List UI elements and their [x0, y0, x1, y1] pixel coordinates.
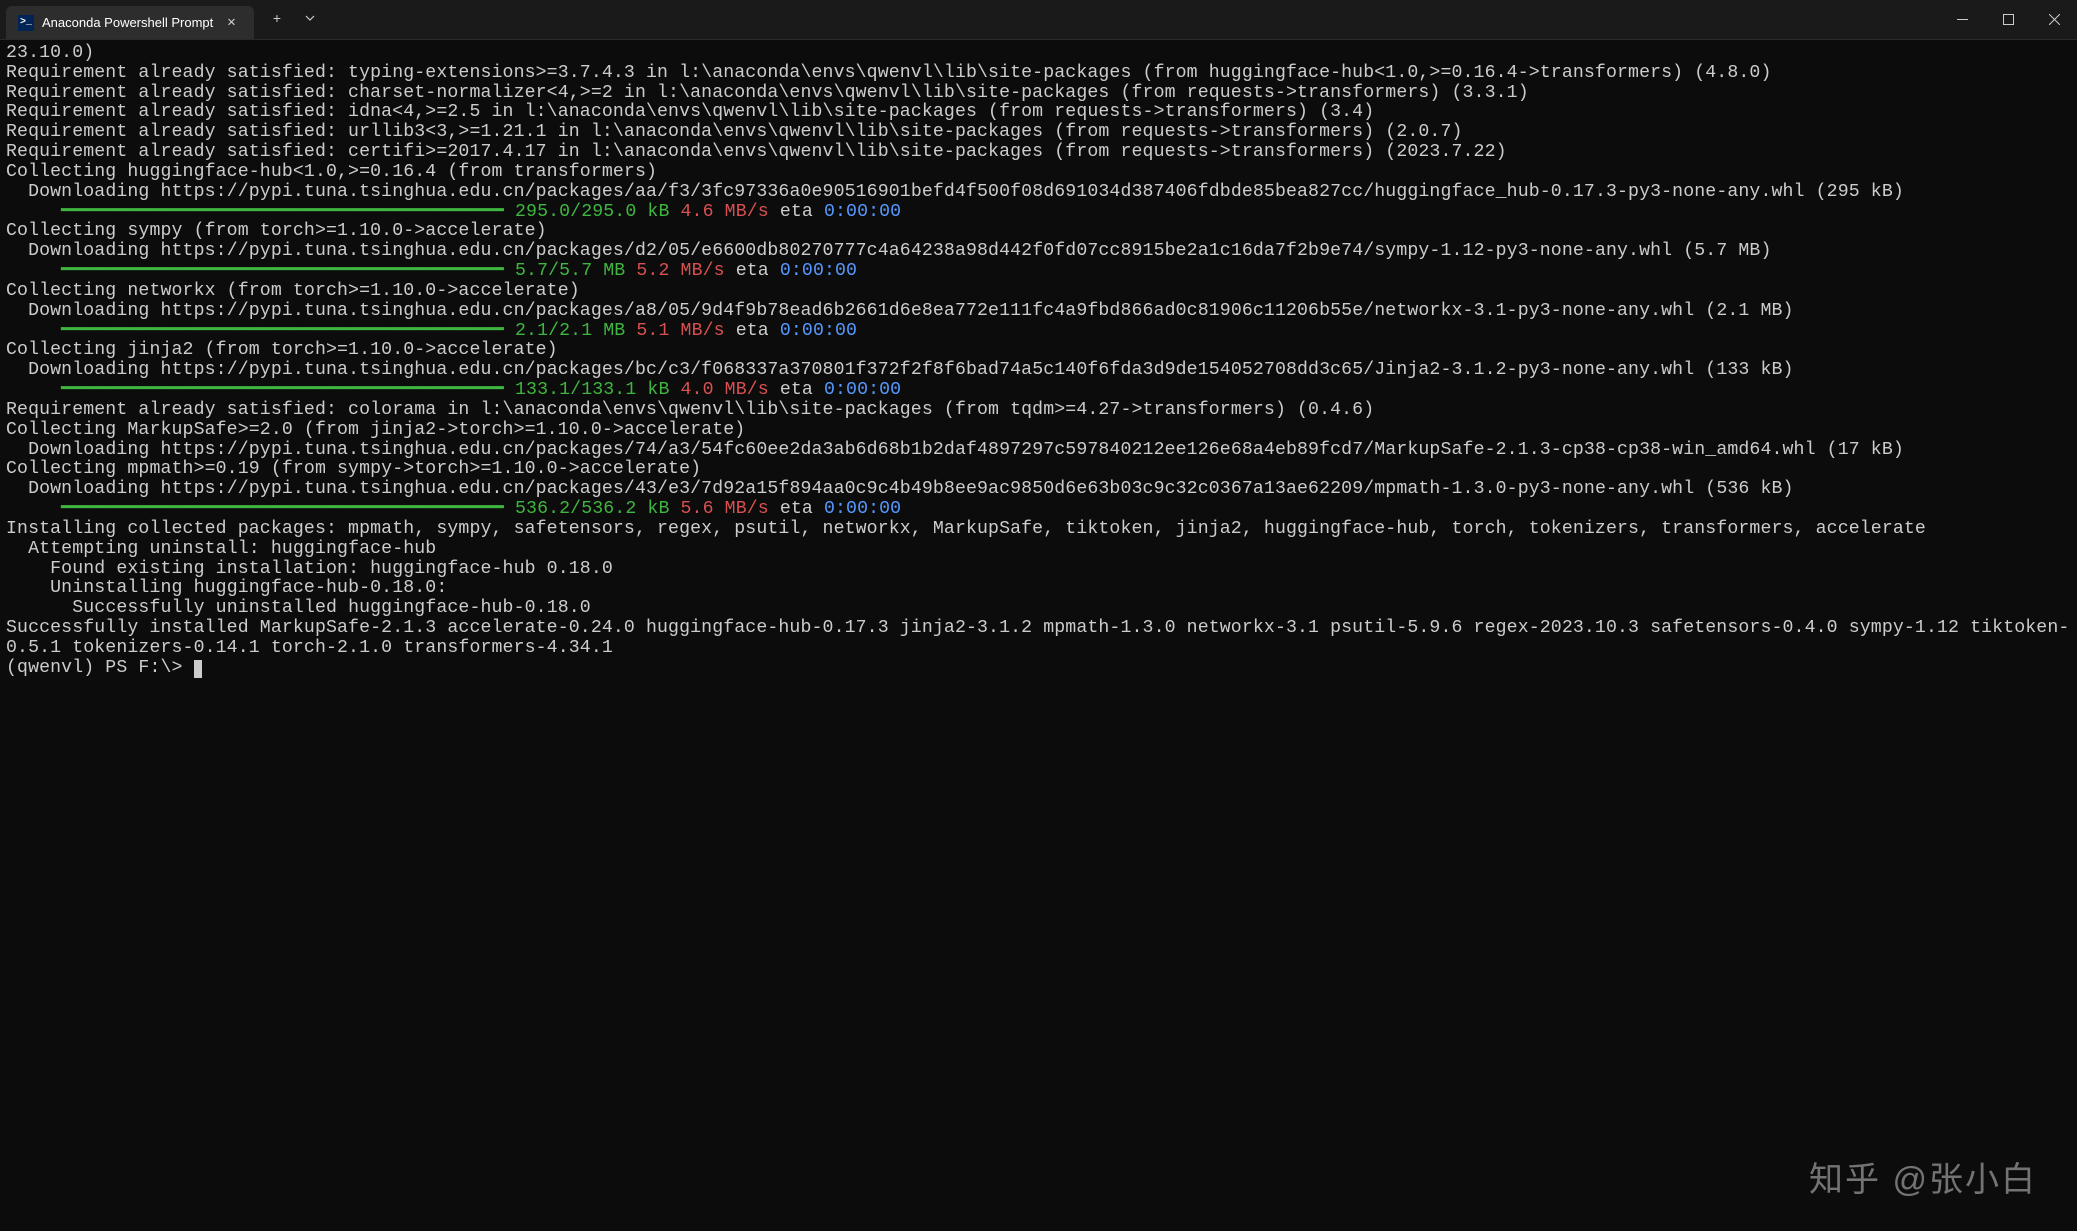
progress-eta-label: eta [769, 499, 824, 519]
maximize-icon [2003, 14, 2014, 25]
terminal-line: Downloading https://pypi.tuna.tsinghua.e… [6, 242, 2071, 262]
progress-speed: 5.2 MB/s [625, 261, 724, 281]
title-bar: >_ Anaconda Powershell Prompt ✕ + [0, 0, 2077, 40]
progress-bar: ━━━━━━━━━━━━━━━━━━━━━━━━━━━━━━━━━━━━━━━━ [6, 202, 504, 222]
progress-line: ━━━━━━━━━━━━━━━━━━━━━━━━━━━━━━━━━━━━━━━━… [6, 381, 2071, 401]
terminal-line: Collecting networkx (from torch>=1.10.0-… [6, 282, 2071, 302]
progress-eta: 0:00:00 [824, 380, 901, 400]
terminal-line: Successfully uninstalled huggingface-hub… [6, 599, 2071, 619]
progress-size: 5.7/5.7 MB [504, 261, 625, 281]
terminal-line: Requirement already satisfied: typing-ex… [6, 64, 2071, 84]
prompt-line[interactable]: (qwenvl) PS F:\> [6, 659, 2071, 679]
watermark: 知乎 @张小白 [1809, 1152, 2037, 1201]
minimize-button[interactable] [1939, 0, 1985, 39]
terminal-line: Downloading https://pypi.tuna.tsinghua.e… [6, 441, 2071, 461]
progress-speed: 5.6 MB/s [669, 499, 768, 519]
progress-line: ━━━━━━━━━━━━━━━━━━━━━━━━━━━━━━━━━━━━━━━━… [6, 500, 2071, 520]
progress-eta: 0:00:00 [780, 321, 857, 341]
progress-line: ━━━━━━━━━━━━━━━━━━━━━━━━━━━━━━━━━━━━━━━━… [6, 322, 2071, 342]
close-tab-button[interactable]: ✕ [221, 12, 241, 33]
cursor [194, 660, 202, 678]
progress-size: 2.1/2.1 MB [504, 321, 625, 341]
progress-bar: ━━━━━━━━━━━━━━━━━━━━━━━━━━━━━━━━━━━━━━━━ [6, 380, 504, 400]
terminal-line: Downloading https://pypi.tuna.tsinghua.e… [6, 480, 2071, 500]
terminal-line: Collecting sympy (from torch>=1.10.0->ac… [6, 222, 2071, 242]
progress-bar: ━━━━━━━━━━━━━━━━━━━━━━━━━━━━━━━━━━━━━━━━ [6, 261, 504, 281]
tab-dropdown-button[interactable] [295, 8, 325, 32]
terminal-line: Requirement already satisfied: colorama … [6, 401, 2071, 421]
progress-eta-label: eta [769, 202, 824, 222]
progress-size: 133.1/133.1 kB [504, 380, 670, 400]
active-tab[interactable]: >_ Anaconda Powershell Prompt ✕ [6, 6, 255, 39]
progress-eta: 0:00:00 [824, 202, 901, 222]
terminal-line: Collecting mpmath>=0.19 (from sympy->tor… [6, 460, 2071, 480]
terminal-line: Downloading https://pypi.tuna.tsinghua.e… [6, 361, 2071, 381]
close-icon [2049, 14, 2060, 25]
progress-eta: 0:00:00 [824, 499, 901, 519]
terminal-line: Requirement already satisfied: idna<4,>=… [6, 103, 2071, 123]
terminal-line: Downloading https://pypi.tuna.tsinghua.e… [6, 183, 2071, 203]
terminal-line: Attempting uninstall: huggingface-hub [6, 540, 2071, 560]
progress-speed: 4.0 MB/s [669, 380, 768, 400]
terminal-output[interactable]: 23.10.0)Requirement already satisfied: t… [0, 40, 2077, 683]
progress-eta: 0:00:00 [780, 261, 857, 281]
terminal-line: Requirement already satisfied: certifi>=… [6, 143, 2071, 163]
powershell-icon: >_ [18, 15, 34, 31]
terminal-line: 23.10.0) [6, 44, 2071, 64]
terminal-line: Collecting jinja2 (from torch>=1.10.0->a… [6, 341, 2071, 361]
chevron-down-icon [305, 13, 315, 23]
terminal-line: Uninstalling huggingface-hub-0.18.0: [6, 579, 2071, 599]
progress-eta-label: eta [769, 380, 824, 400]
terminal-line: Requirement already satisfied: urllib3<3… [6, 123, 2071, 143]
close-window-button[interactable] [2031, 0, 2077, 39]
terminal-line: Found existing installation: huggingface… [6, 560, 2071, 580]
progress-size: 295.0/295.0 kB [504, 202, 670, 222]
terminal-line: Collecting MarkupSafe>=2.0 (from jinja2-… [6, 421, 2071, 441]
progress-line: ━━━━━━━━━━━━━━━━━━━━━━━━━━━━━━━━━━━━━━━━… [6, 203, 2071, 223]
progress-size: 536.2/536.2 kB [504, 499, 670, 519]
progress-speed: 4.6 MB/s [669, 202, 768, 222]
terminal-line: Downloading https://pypi.tuna.tsinghua.e… [6, 302, 2071, 322]
new-tab-button[interactable]: + [263, 8, 291, 32]
terminal-line: Installing collected packages: mpmath, s… [6, 520, 2071, 540]
progress-bar: ━━━━━━━━━━━━━━━━━━━━━━━━━━━━━━━━━━━━━━━━ [6, 499, 504, 519]
progress-eta-label: eta [725, 261, 780, 281]
terminal-line: Requirement already satisfied: charset-n… [6, 84, 2071, 104]
prompt-text: (qwenvl) PS F:\> [6, 658, 194, 678]
tab-controls: + [255, 0, 333, 39]
maximize-button[interactable] [1985, 0, 2031, 39]
window-controls [1939, 0, 2077, 39]
terminal-line: Successfully installed MarkupSafe-2.1.3 … [6, 619, 2071, 659]
progress-line: ━━━━━━━━━━━━━━━━━━━━━━━━━━━━━━━━━━━━━━━━… [6, 262, 2071, 282]
minimize-icon [1957, 14, 1968, 25]
terminal-line: Collecting huggingface-hub<1.0,>=0.16.4 … [6, 163, 2071, 183]
progress-bar: ━━━━━━━━━━━━━━━━━━━━━━━━━━━━━━━━━━━━━━━━ [6, 321, 504, 341]
progress-speed: 5.1 MB/s [625, 321, 724, 341]
tab-title: Anaconda Powershell Prompt [42, 15, 213, 30]
progress-eta-label: eta [725, 321, 780, 341]
